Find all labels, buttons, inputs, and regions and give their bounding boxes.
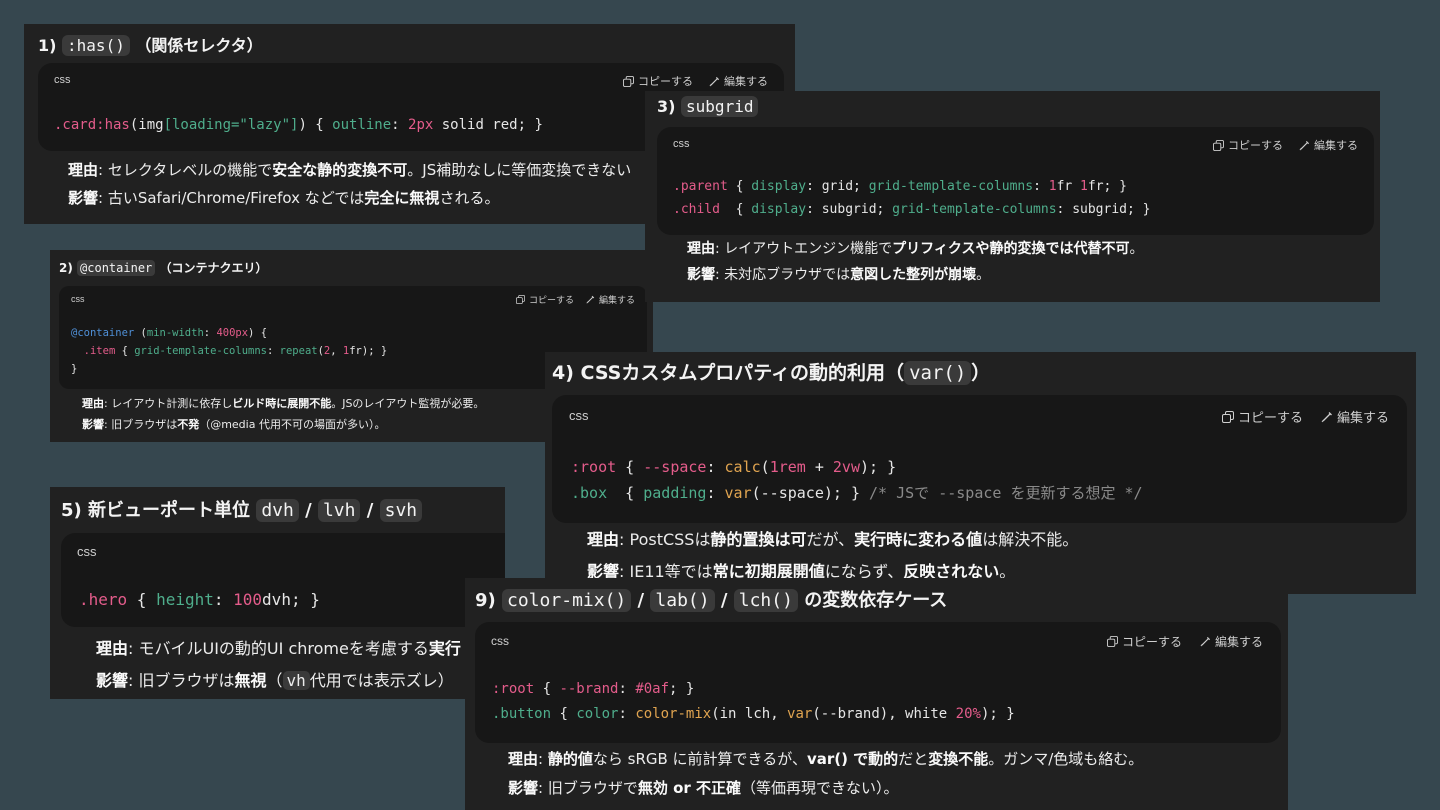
code-language-label: css (71, 294, 85, 304)
copy-button[interactable]: コピーする (1106, 633, 1182, 650)
code-language-label: css (54, 74, 71, 86)
impact-item: 影響: 未対応ブラウザでは意図した整列が崩壊。 (671, 262, 1143, 288)
code-line: .hero { height: 100dvh; } (79, 590, 320, 609)
copy-icon (1106, 636, 1118, 647)
card-title: 4) CSSカスタムプロパティの動的利用（ var()） (552, 361, 991, 385)
copy-icon (1213, 139, 1224, 151)
edit-button[interactable]: 編集する (1321, 407, 1389, 426)
card-color-mix: 9) color-mix() / lab() / lch() の変数依存ケース … (465, 578, 1288, 810)
inline-code: :has() (62, 35, 130, 56)
reason-item: 理由: モバイルUIの動的UI chromeを考慮する実行 (76, 633, 461, 665)
card-title: 5) 新ビューポート単位 dvh / lvh / svh (61, 496, 423, 522)
inline-code: lab() (650, 589, 715, 612)
reason-item: 理由: 静的値なら sRGB に前計算できるが、var() で動的だと変換不能。… (487, 745, 1143, 774)
edit-icon (709, 76, 720, 86)
inline-code: color-mix() (502, 589, 632, 612)
code-content: .parent { display: grid; grid-template-c… (673, 175, 1150, 221)
edit-button[interactable]: 編集する (1200, 633, 1263, 650)
code-block: css コピーする 編集する :root { --space: calc(1re… (552, 395, 1407, 523)
edit-icon (1299, 140, 1310, 150)
reason-item: 理由: レイアウトエンジン機能でプリフィクスや静的変換では代替不可。 (671, 236, 1143, 262)
code-content: @container (min-width: 400px) { .item { … (71, 324, 387, 378)
code-content: :root { --space: calc(1rem + 2vw); } .box… (571, 454, 1143, 506)
code-block: css .hero { height: 100dvh; } (61, 533, 505, 627)
card-title: 3) subgrid (657, 96, 759, 117)
edit-icon (1321, 411, 1332, 422)
code-language-label: css (569, 408, 589, 423)
inline-code: lvh (317, 499, 361, 522)
code-line: } (71, 363, 78, 375)
code-line: .child { display: subgrid; grid-template… (673, 202, 1151, 217)
copy-icon (623, 75, 634, 87)
inline-code: lch() (733, 589, 798, 612)
card-title: 2) @container （コンテナクエリ） (59, 260, 268, 276)
edit-icon (1200, 636, 1211, 647)
code-line: .item { grid-template-columns: repeat(2,… (83, 345, 388, 357)
card-title: 1) :has() （関係セレクタ） (38, 35, 263, 56)
copy-button[interactable]: コピーする (515, 293, 574, 306)
reason-item: 理由: PostCSSは静的置換は可だが、実行時に変わる値は解決不能。 (564, 524, 1078, 556)
code-line: @container (min-width: 400px) { (71, 327, 268, 339)
edit-icon (586, 295, 595, 304)
inline-code: @container (77, 260, 156, 276)
copy-icon (515, 295, 525, 304)
code-content: .card:has(img[loading="lazy"]) { outline… (54, 115, 543, 135)
bullet-list: 理由: 静的値なら sRGB に前計算できるが、var() で動的だと変換不能。… (487, 745, 1143, 803)
reason-item: 理由: セレクタレベルの機能で安全な静的変換不可。JS補助なしに等価変換できない (50, 156, 631, 184)
impact-item: 影響: 古いSafari/Chrome/Firefox などでは完全に無視される… (50, 184, 631, 212)
bullet-list: 理由: レイアウト計測に依存しビルド時に展開不能。JSのレイアウト監視が必要。 … (68, 393, 484, 435)
copy-button[interactable]: コピーする (1213, 137, 1283, 153)
inline-code: var() (904, 361, 972, 385)
edit-button[interactable]: 編集する (586, 293, 635, 306)
code-language-label: css (77, 544, 97, 559)
edit-button[interactable]: 編集する (709, 73, 768, 89)
card-viewport-units: 5) 新ビューポート単位 dvh / lvh / svh css .hero {… (50, 487, 505, 699)
code-line: .card:has(img[loading="lazy"]) { outline… (54, 117, 543, 133)
code-block: css コピーする 編集する .parent { display: grid; … (657, 127, 1374, 235)
code-line: .box { padding: var(--space); } /* JSで -… (571, 484, 1143, 502)
bullet-list: 理由: セレクタレベルの機能で安全な静的変換不可。JS補助なしに等価変換できない… (50, 156, 631, 212)
code-language-label: css (491, 634, 509, 648)
impact-item: 影響: 旧ブラウザは無視（vh代用では表示ズレ） (76, 665, 461, 697)
reason-item: 理由: レイアウト計測に依存しビルド時に展開不能。JSのレイアウト監視が必要。 (68, 393, 484, 414)
copy-button[interactable]: コピーする (1221, 407, 1303, 426)
code-content: .hero { height: 100dvh; } (79, 589, 320, 611)
code-line: :root { --brand: #0af; } (492, 681, 695, 697)
impact-item: 影響: 旧ブラウザで無効 or 不正確（等価再現できない）。 (487, 774, 1143, 803)
code-line: .parent { display: grid; grid-template-c… (673, 179, 1128, 194)
inline-code: dvh (256, 499, 299, 522)
inline-code: svh (379, 499, 423, 522)
code-language-label: css (673, 138, 690, 150)
code-block: css コピーする 編集する :root { --brand: #0af; }.… (475, 622, 1281, 743)
inline-code: vh (282, 671, 310, 690)
code-line: :root { --space: calc(1rem + 2vw); } (571, 458, 897, 476)
impact-item: 影響: 旧ブラウザは不発（@media 代用不可の場面が多い）。 (68, 414, 484, 435)
bullet-list: 理由: モバイルUIの動的UI chromeを考慮する実行 影響: 旧ブラウザは… (76, 633, 461, 697)
copy-icon (1221, 410, 1234, 423)
copy-button[interactable]: コピーする (623, 73, 693, 89)
inline-code: subgrid (681, 96, 759, 117)
card-subgrid: 3) subgrid css コピーする 編集する .parent { disp… (645, 91, 1380, 302)
code-line: .button { color: color-mix(in lch, var(-… (492, 706, 1015, 722)
edit-button[interactable]: 編集する (1299, 137, 1358, 153)
card-title: 9) color-mix() / lab() / lch() の変数依存ケース (475, 589, 948, 612)
card-custom-properties: 4) CSSカスタムプロパティの動的利用（ var()） css コピーする 編集… (545, 352, 1416, 594)
code-content: :root { --brand: #0af; } .button { color:… (492, 677, 1015, 727)
bullet-list: 理由: レイアウトエンジン機能でプリフィクスや静的変換では代替不可。 影響: 未… (671, 236, 1143, 288)
